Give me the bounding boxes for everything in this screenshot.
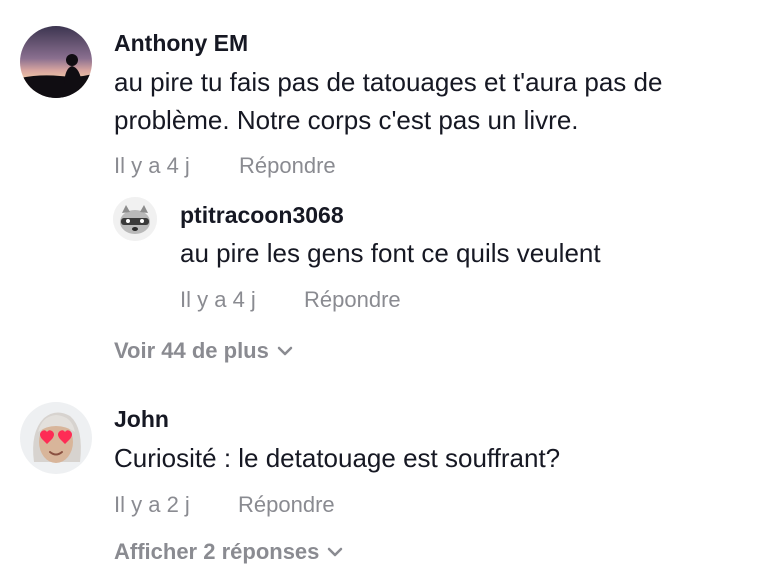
heart-eyes-avatar-icon (20, 402, 92, 474)
view-replies-button[interactable]: Afficher 2 réponses (114, 539, 343, 565)
view-more-replies-button[interactable]: Voir 44 de plus (114, 338, 293, 364)
avatar[interactable] (20, 402, 92, 474)
comment-username[interactable]: John (114, 406, 169, 433)
reply-button[interactable]: Répondre (239, 153, 336, 179)
reply-username[interactable]: ptitracoon3068 (180, 202, 344, 229)
raccoon-avatar-icon (113, 197, 157, 241)
avatar[interactable] (20, 26, 92, 98)
reply-button[interactable]: Répondre (238, 492, 335, 518)
comment-timestamp: Il y a 2 j (114, 492, 190, 517)
reply-timestamp: Il y a 4 j (180, 287, 256, 312)
comment-timestamp: Il y a 4 j (114, 153, 190, 178)
reply-text: au pire les gens font ce quils veulent (180, 238, 601, 268)
comment-text: Curiosité : le detatouage est souffrant? (114, 443, 561, 473)
comment-text: au pire tu fais pas de tatouages et t'au… (114, 67, 663, 135)
chevron-down-icon (277, 346, 293, 356)
view-replies-label: Afficher 2 réponses (114, 539, 320, 564)
sunset-silhouette-avatar-icon (20, 26, 92, 98)
reply-button[interactable]: Répondre (304, 287, 401, 313)
comment-username[interactable]: Anthony EM (114, 30, 248, 57)
avatar[interactable] (113, 197, 157, 241)
chevron-down-icon (328, 547, 343, 557)
view-more-label: Voir 44 de plus (114, 338, 269, 363)
